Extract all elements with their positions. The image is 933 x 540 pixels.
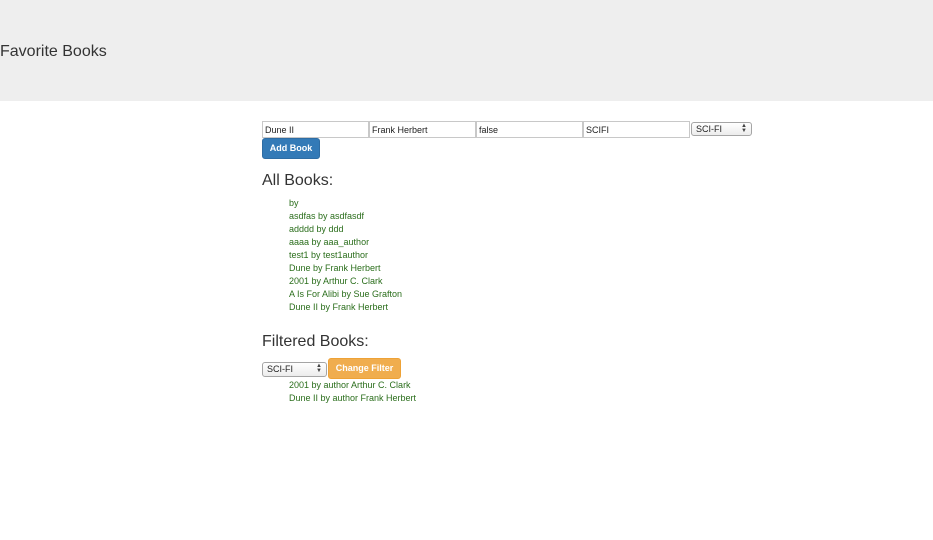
add-book-button[interactable]: Add Book [262,138,320,159]
genre-select[interactable]: SCI-FI ▲ ▼ [691,122,752,136]
flag-input[interactable] [476,121,583,138]
genre-text-input[interactable] [583,121,690,138]
list-item: 2001 by author Arthur C. Clark [289,380,411,390]
list-item: by [289,198,299,208]
genre-select-value: SCI-FI [696,124,722,134]
up-down-chevron-icon: ▲ ▼ [316,363,322,374]
filtered-books-heading: Filtered Books: [262,333,369,350]
page-title: Favorite Books [0,43,107,60]
list-item: adddd by ddd [289,224,344,234]
change-filter-button[interactable]: Change Filter [328,358,401,379]
title-input[interactable] [262,121,369,138]
page-header: Favorite Books [0,0,933,101]
list-item: A Is For Alibi by Sue Grafton [289,289,403,299]
list-item: 2001 by Arthur C. Clark [289,276,383,286]
all-books-list: by asdfas by asdfasdf adddd by ddd aaaa … [289,197,402,314]
up-down-chevron-icon: ▲ ▼ [741,123,747,134]
filtered-books-list: 2001 by author Arthur C. Clark Dune II b… [289,379,416,405]
list-item: Dune II by Frank Herbert [289,302,389,312]
all-books-heading: All Books: [262,172,334,189]
filter-select-value: SCI-FI [267,364,293,374]
list-item: Dune by Frank Herbert [289,263,381,273]
filter-select[interactable]: SCI-FI ▲ ▼ [262,362,327,377]
list-item: aaaa by aaa_author [289,237,370,247]
list-item: asdfas by asdfasdf [289,211,365,221]
list-item: test1 by test1author [289,250,369,260]
list-item: Dune II by author Frank Herbert [289,393,417,403]
add-book-form: SCI-FI ▲▼ [262,121,752,138]
author-input[interactable] [369,121,476,138]
